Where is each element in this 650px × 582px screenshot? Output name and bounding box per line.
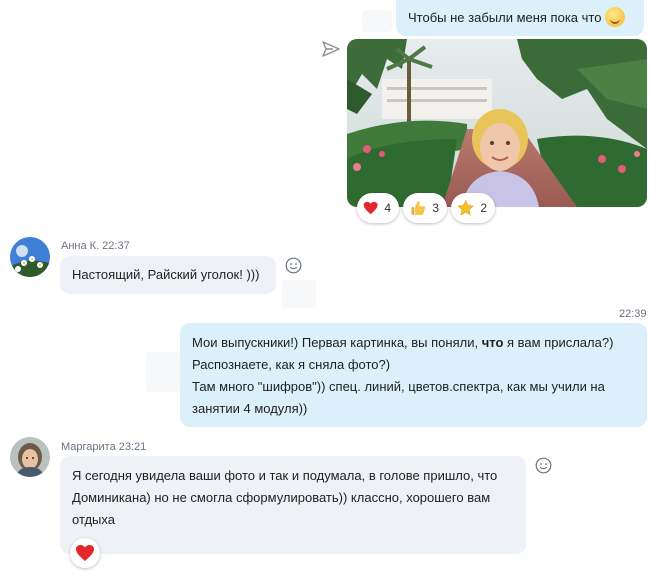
shared-photo[interactable] bbox=[347, 39, 647, 207]
outgoing-message-me[interactable]: Мои выпускники!) Первая картинка, вы пон… bbox=[180, 323, 647, 427]
reaction-count: 3 bbox=[432, 201, 439, 215]
garden-photo-image bbox=[347, 39, 647, 207]
reaction-count: 4 bbox=[384, 201, 391, 215]
smirk-emoji-icon bbox=[605, 7, 626, 27]
message-line: занятии 4 модуля)) bbox=[192, 401, 308, 416]
message-time: 22:39 bbox=[619, 308, 647, 320]
message-line: Там много "шифров")) спец. линий, цветов… bbox=[192, 379, 605, 394]
avatar-anna[interactable] bbox=[10, 237, 50, 277]
avatar-margarita[interactable] bbox=[10, 437, 50, 477]
ghost-artifact bbox=[282, 280, 316, 308]
outgoing-message-top[interactable]: Чтобы не забыли меня пока что bbox=[396, 0, 644, 36]
avatar-portrait-image bbox=[10, 437, 50, 477]
reaction-star[interactable]: 2 bbox=[451, 193, 495, 223]
message-bold-text: что bbox=[481, 335, 504, 350]
add-reaction-icon[interactable] bbox=[285, 257, 302, 274]
heart-icon bbox=[363, 201, 378, 215]
sender-name-time: Маргарита 23:21 bbox=[61, 441, 147, 453]
incoming-message-margarita[interactable]: Я сегодня увидела ваши фото и так и поду… bbox=[60, 456, 526, 554]
thumbs-up-icon bbox=[411, 201, 425, 215]
message-text: Мои выпускники!) Первая картинка, вы пон… bbox=[192, 335, 482, 350]
reaction-count: 2 bbox=[480, 201, 487, 215]
sender-name-time: Анна К. 22:37 bbox=[61, 240, 130, 252]
reaction-heart-margarita[interactable] bbox=[70, 538, 100, 568]
add-reaction-icon[interactable] bbox=[535, 457, 552, 474]
message-line: отдыха bbox=[72, 512, 115, 527]
message-line: Распознаете, как я сняла фото?) bbox=[192, 357, 391, 372]
forward-icon[interactable] bbox=[321, 40, 341, 58]
ghost-artifact bbox=[362, 10, 392, 32]
message-line: Мои выпускники!) Первая картинка, вы пон… bbox=[192, 332, 635, 354]
message-line: Доминикана) но не смогла сформулировать)… bbox=[72, 490, 491, 505]
heart-icon bbox=[76, 545, 94, 561]
reaction-heart[interactable]: 4 bbox=[357, 193, 399, 223]
reaction-thumbs-up[interactable]: 3 bbox=[403, 193, 447, 223]
star-icon bbox=[457, 199, 474, 216]
avatar-flowers-image bbox=[10, 237, 50, 277]
incoming-message-anna[interactable]: Настоящий, Райский уголок! ))) bbox=[60, 256, 276, 294]
message-text: Настоящий, Райский уголок! ))) bbox=[72, 267, 260, 282]
message-text: я вам прислала?) bbox=[503, 335, 614, 350]
ghost-artifact bbox=[146, 352, 180, 392]
message-line: Я сегодня увидела ваши фото и так и поду… bbox=[72, 468, 498, 483]
message-text: Чтобы не забыли меня пока что bbox=[408, 10, 602, 25]
